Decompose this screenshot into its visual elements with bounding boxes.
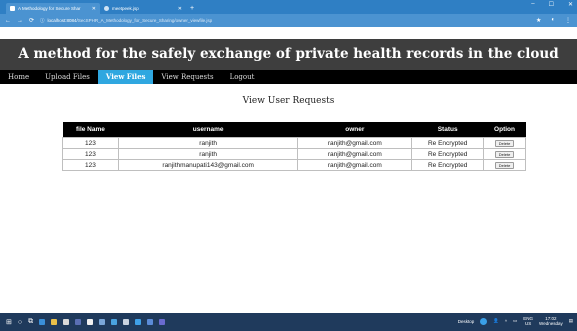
nav-view-files[interactable]: View Files	[97, 70, 154, 84]
keyboard-icon[interactable]: ▭	[513, 318, 517, 324]
browser-tab[interactable]: meetpeek.jsp ✕	[100, 3, 186, 14]
desktop-label[interactable]: Desktop	[458, 319, 475, 324]
region-code: US	[525, 321, 532, 326]
column-header: Option	[483, 122, 526, 138]
close-tab-icon[interactable]: ✕	[178, 6, 182, 12]
table-row: 123 ranjith ranjith@gmail.com Re Encrypt…	[62, 137, 526, 149]
chrome-app-icon[interactable]	[111, 319, 118, 325]
cell-file-name: 123	[62, 159, 119, 171]
column-header: owner	[297, 122, 412, 138]
toolbar-actions: ★ ◐ ⋮	[536, 17, 571, 24]
cell-file-name: 123	[62, 137, 119, 149]
app-icon[interactable]	[147, 319, 154, 325]
nav-view-requests[interactable]: View Requests	[153, 70, 221, 84]
maximize-button[interactable]: ☐	[549, 1, 554, 8]
app-icon[interactable]	[123, 319, 130, 325]
cell-file-name: 123	[62, 148, 119, 160]
browser-tab-active[interactable]: A Methodology for Secure Shar ✕	[6, 3, 100, 14]
tab-label: meetpeek.jsp	[112, 6, 139, 11]
table-header-row: file Name username owner Status Option	[62, 122, 526, 138]
table-row: 123 ranjithmanupati143@gmail.com ranjith…	[62, 159, 526, 171]
column-header: Status	[411, 122, 484, 138]
cloud-sync-icon[interactable]	[480, 317, 488, 325]
clock-day: Wednesday	[539, 321, 563, 326]
cell-username: ranjith	[117, 148, 299, 160]
back-arrow-icon[interactable]: ←	[5, 18, 11, 24]
nav-home[interactable]: Home	[0, 70, 37, 84]
store-app-icon[interactable]	[63, 319, 70, 325]
close-tab-icon[interactable]: ✕	[92, 6, 96, 12]
column-header: file Name	[62, 122, 119, 138]
clock[interactable]: 17:02 Wednesday	[539, 316, 563, 326]
bookmark-star-icon[interactable]: ★	[536, 17, 541, 24]
page-favicon-icon	[10, 6, 15, 11]
column-header: username	[118, 122, 298, 138]
windows-taskbar: ⊞ ○ ⧉ Desktop 👤 ^ ▭ ENG US 17:02 Wednesd…	[0, 313, 577, 331]
browser-tab-bar: A Methodology for Secure Shar ✕ meetpeek…	[0, 0, 577, 14]
app-icon[interactable]	[75, 319, 82, 325]
notification-icon[interactable]: ▤	[569, 318, 573, 324]
table-row: 123 ranjith ranjith@gmail.com Re Encrypt…	[62, 148, 526, 160]
app-icon[interactable]	[135, 319, 142, 325]
menu-kebab-icon[interactable]: ⋮	[565, 17, 571, 24]
cell-status: Re Encrypted	[411, 159, 485, 171]
cell-status: Re Encrypted	[411, 148, 485, 160]
cell-option: Delete	[483, 137, 526, 149]
window-controls: – ☐ ✕	[531, 1, 573, 8]
nav-upload-files[interactable]: Upload Files	[37, 70, 98, 84]
page-title: View User Requests	[242, 96, 335, 106]
cell-owner: ranjith@gmail.com	[297, 148, 413, 160]
close-window-button[interactable]: ✕	[568, 1, 573, 8]
file-explorer-icon[interactable]	[51, 319, 58, 325]
cell-option: Delete	[483, 159, 526, 171]
site-title: A method for the safely exchange of priv…	[0, 39, 577, 70]
minimize-button[interactable]: –	[531, 1, 534, 8]
tab-label: A Methodology for Secure Shar	[18, 6, 81, 11]
cell-status: Re Encrypted	[411, 137, 485, 149]
delete-button[interactable]: Delete	[494, 161, 515, 169]
new-tab-button[interactable]: +	[190, 3, 194, 14]
cell-username: ranjith	[117, 137, 299, 149]
task-view-icon[interactable]: ⧉	[28, 318, 33, 326]
app-icon[interactable]	[99, 319, 106, 325]
main-nav: Home Upload Files View Files View Reques…	[0, 70, 577, 84]
delete-button[interactable]: Delete	[494, 139, 515, 147]
delete-button[interactable]: Delete	[494, 150, 515, 158]
nav-logout[interactable]: Logout	[222, 70, 263, 84]
extensions-icon[interactable]: ◐	[551, 17, 555, 24]
url-host: localhost:8084/	[47, 18, 78, 23]
url-field[interactable]: ⓘ localhost:8084/SecSPHR_A_Methodology_f…	[40, 18, 212, 24]
reload-icon[interactable]: ⟳	[29, 17, 34, 24]
address-bar: ← → ⟳ ⓘ localhost:8084/SecSPHR_A_Methodo…	[0, 14, 577, 27]
cell-owner: ranjith@gmail.com	[297, 137, 413, 149]
app-icon[interactable]	[87, 319, 94, 325]
search-icon[interactable]: ○	[18, 319, 22, 326]
language-indicator[interactable]: ENG US	[523, 316, 533, 326]
requests-table: file Name username owner Status Option 1…	[62, 122, 526, 171]
page-favicon-icon	[104, 6, 109, 11]
people-icon[interactable]: 👤	[493, 318, 499, 324]
cell-owner: ranjith@gmail.com	[297, 159, 413, 171]
info-icon: ⓘ	[40, 17, 45, 23]
app-icon[interactable]	[159, 319, 166, 325]
cell-option: Delete	[483, 148, 526, 160]
windows-start-icon[interactable]: ⊞	[6, 318, 12, 326]
forward-arrow-icon[interactable]: →	[17, 18, 23, 24]
url-path: SecSPHR_A_Methodology_for_Secure_Sharing…	[77, 18, 213, 23]
chevron-up-icon[interactable]: ^	[505, 319, 507, 324]
system-tray: Desktop 👤 ^ ▭ ENG US 17:02 Wednesday ▤	[458, 316, 573, 326]
cell-username: ranjithmanupati143@gmail.com	[117, 159, 299, 171]
edge-app-icon[interactable]	[39, 319, 46, 325]
